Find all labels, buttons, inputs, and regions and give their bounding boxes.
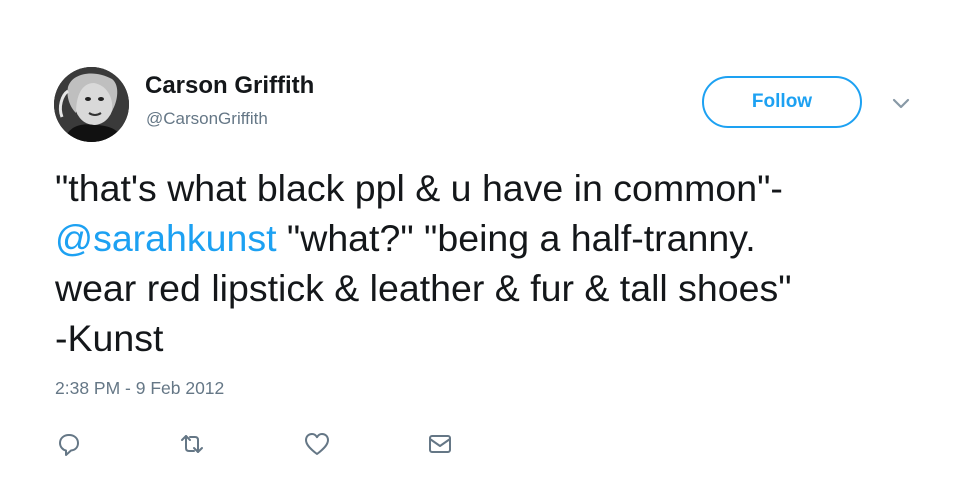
reply-icon[interactable] [55, 430, 83, 458]
heart-icon[interactable] [303, 430, 331, 458]
avatar[interactable] [54, 67, 129, 142]
chevron-down-icon[interactable] [889, 92, 913, 116]
timestamp[interactable]: 2:38 PM - 9 Feb 2012 [55, 378, 224, 399]
username-handle[interactable]: @CarsonGriffith [146, 109, 268, 129]
profile-photo-icon [54, 67, 129, 142]
tweet-text: "that's what black ppl & u have in commo… [55, 163, 935, 363]
display-name[interactable]: Carson Griffith [145, 72, 314, 100]
tweet-card: Carson Griffith @CarsonGriffith Follow "… [0, 0, 980, 499]
envelope-icon[interactable] [426, 430, 454, 458]
retweet-icon[interactable] [178, 430, 206, 458]
tweet-text-before-mention: "that's what black ppl & u have in commo… [55, 167, 783, 209]
follow-button[interactable]: Follow [702, 76, 862, 128]
mention-link[interactable]: @sarahkunst [55, 217, 277, 259]
